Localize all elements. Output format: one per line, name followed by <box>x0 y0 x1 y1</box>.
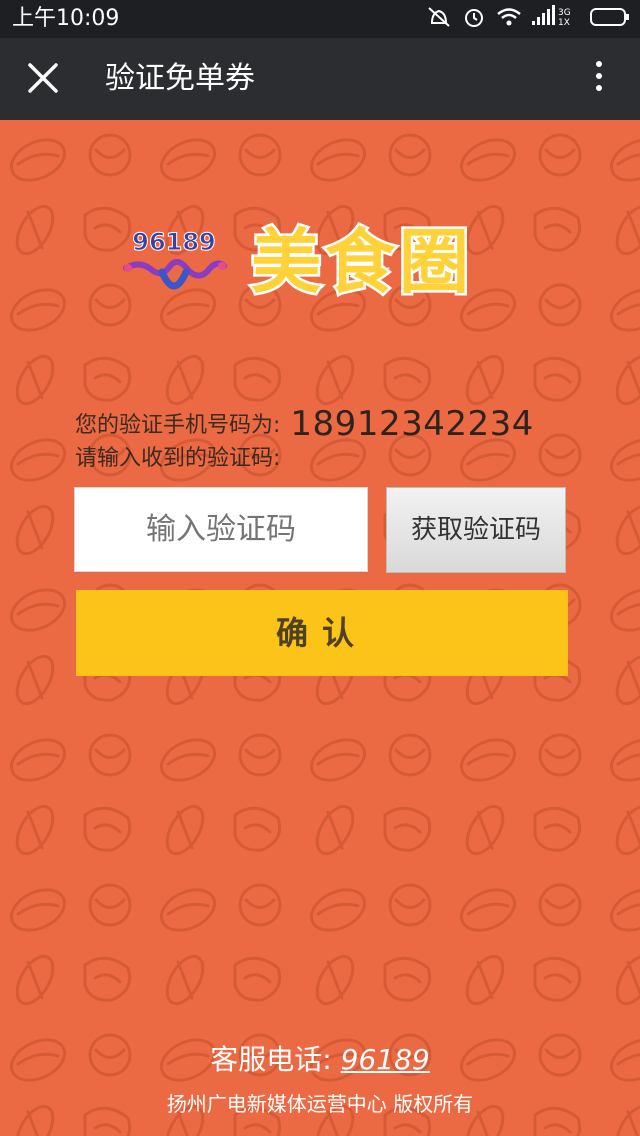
close-icon <box>28 63 58 93</box>
logo-96189: 96189 <box>123 228 227 290</box>
network-label-bottom: 1X <box>558 18 570 28</box>
alarm-icon <box>462 5 486 33</box>
code-prompt: 请输入收到的验证码: <box>75 446 281 471</box>
network-label-top: 3G <box>558 8 571 18</box>
verification-code-input[interactable] <box>74 487 368 572</box>
status-bar: 上午10:09 3G 1X <box>0 0 640 38</box>
mute-icon <box>426 5 452 33</box>
get-code-button[interactable]: 获取验证码 <box>386 487 566 573</box>
phone-label: 您的验证手机号码为: <box>75 413 281 438</box>
logo-96189-text: 96189 <box>132 228 216 256</box>
battery-icon <box>590 8 630 30</box>
status-icons: 3G 1X <box>426 5 630 33</box>
hotline-number-link[interactable]: 96189 <box>341 1043 430 1076</box>
more-options-button[interactable] <box>586 56 612 102</box>
phone-info: 您的验证手机号码为: 18912342234 <box>75 404 534 446</box>
confirm-button[interactable]: 确认 <box>76 590 568 676</box>
copyright-text: 扬州广电新媒体运营中心 版权所有 <box>166 1092 474 1116</box>
signal-icon: 3G 1X <box>532 5 580 33</box>
page-title: 验证免单券 <box>105 61 255 96</box>
phone-number: 18912342234 <box>290 404 534 444</box>
wifi-icon <box>496 7 522 31</box>
screen: 上午10:09 3G 1X 验证免单券 96189 美食圈 您的验证手机号码为:… <box>0 0 640 1136</box>
status-time: 上午10:09 <box>12 6 120 31</box>
hotline-label: 客服电话: <box>210 1043 332 1076</box>
title-bar: 验证免单券 <box>0 38 640 120</box>
brand-logo: 美食圈 <box>249 219 473 305</box>
customer-hotline: 客服电话: 96189 <box>0 1040 640 1080</box>
more-vertical-icon <box>596 61 602 67</box>
close-button[interactable] <box>20 55 66 101</box>
brand-logo-text: 美食圈 <box>251 221 473 303</box>
